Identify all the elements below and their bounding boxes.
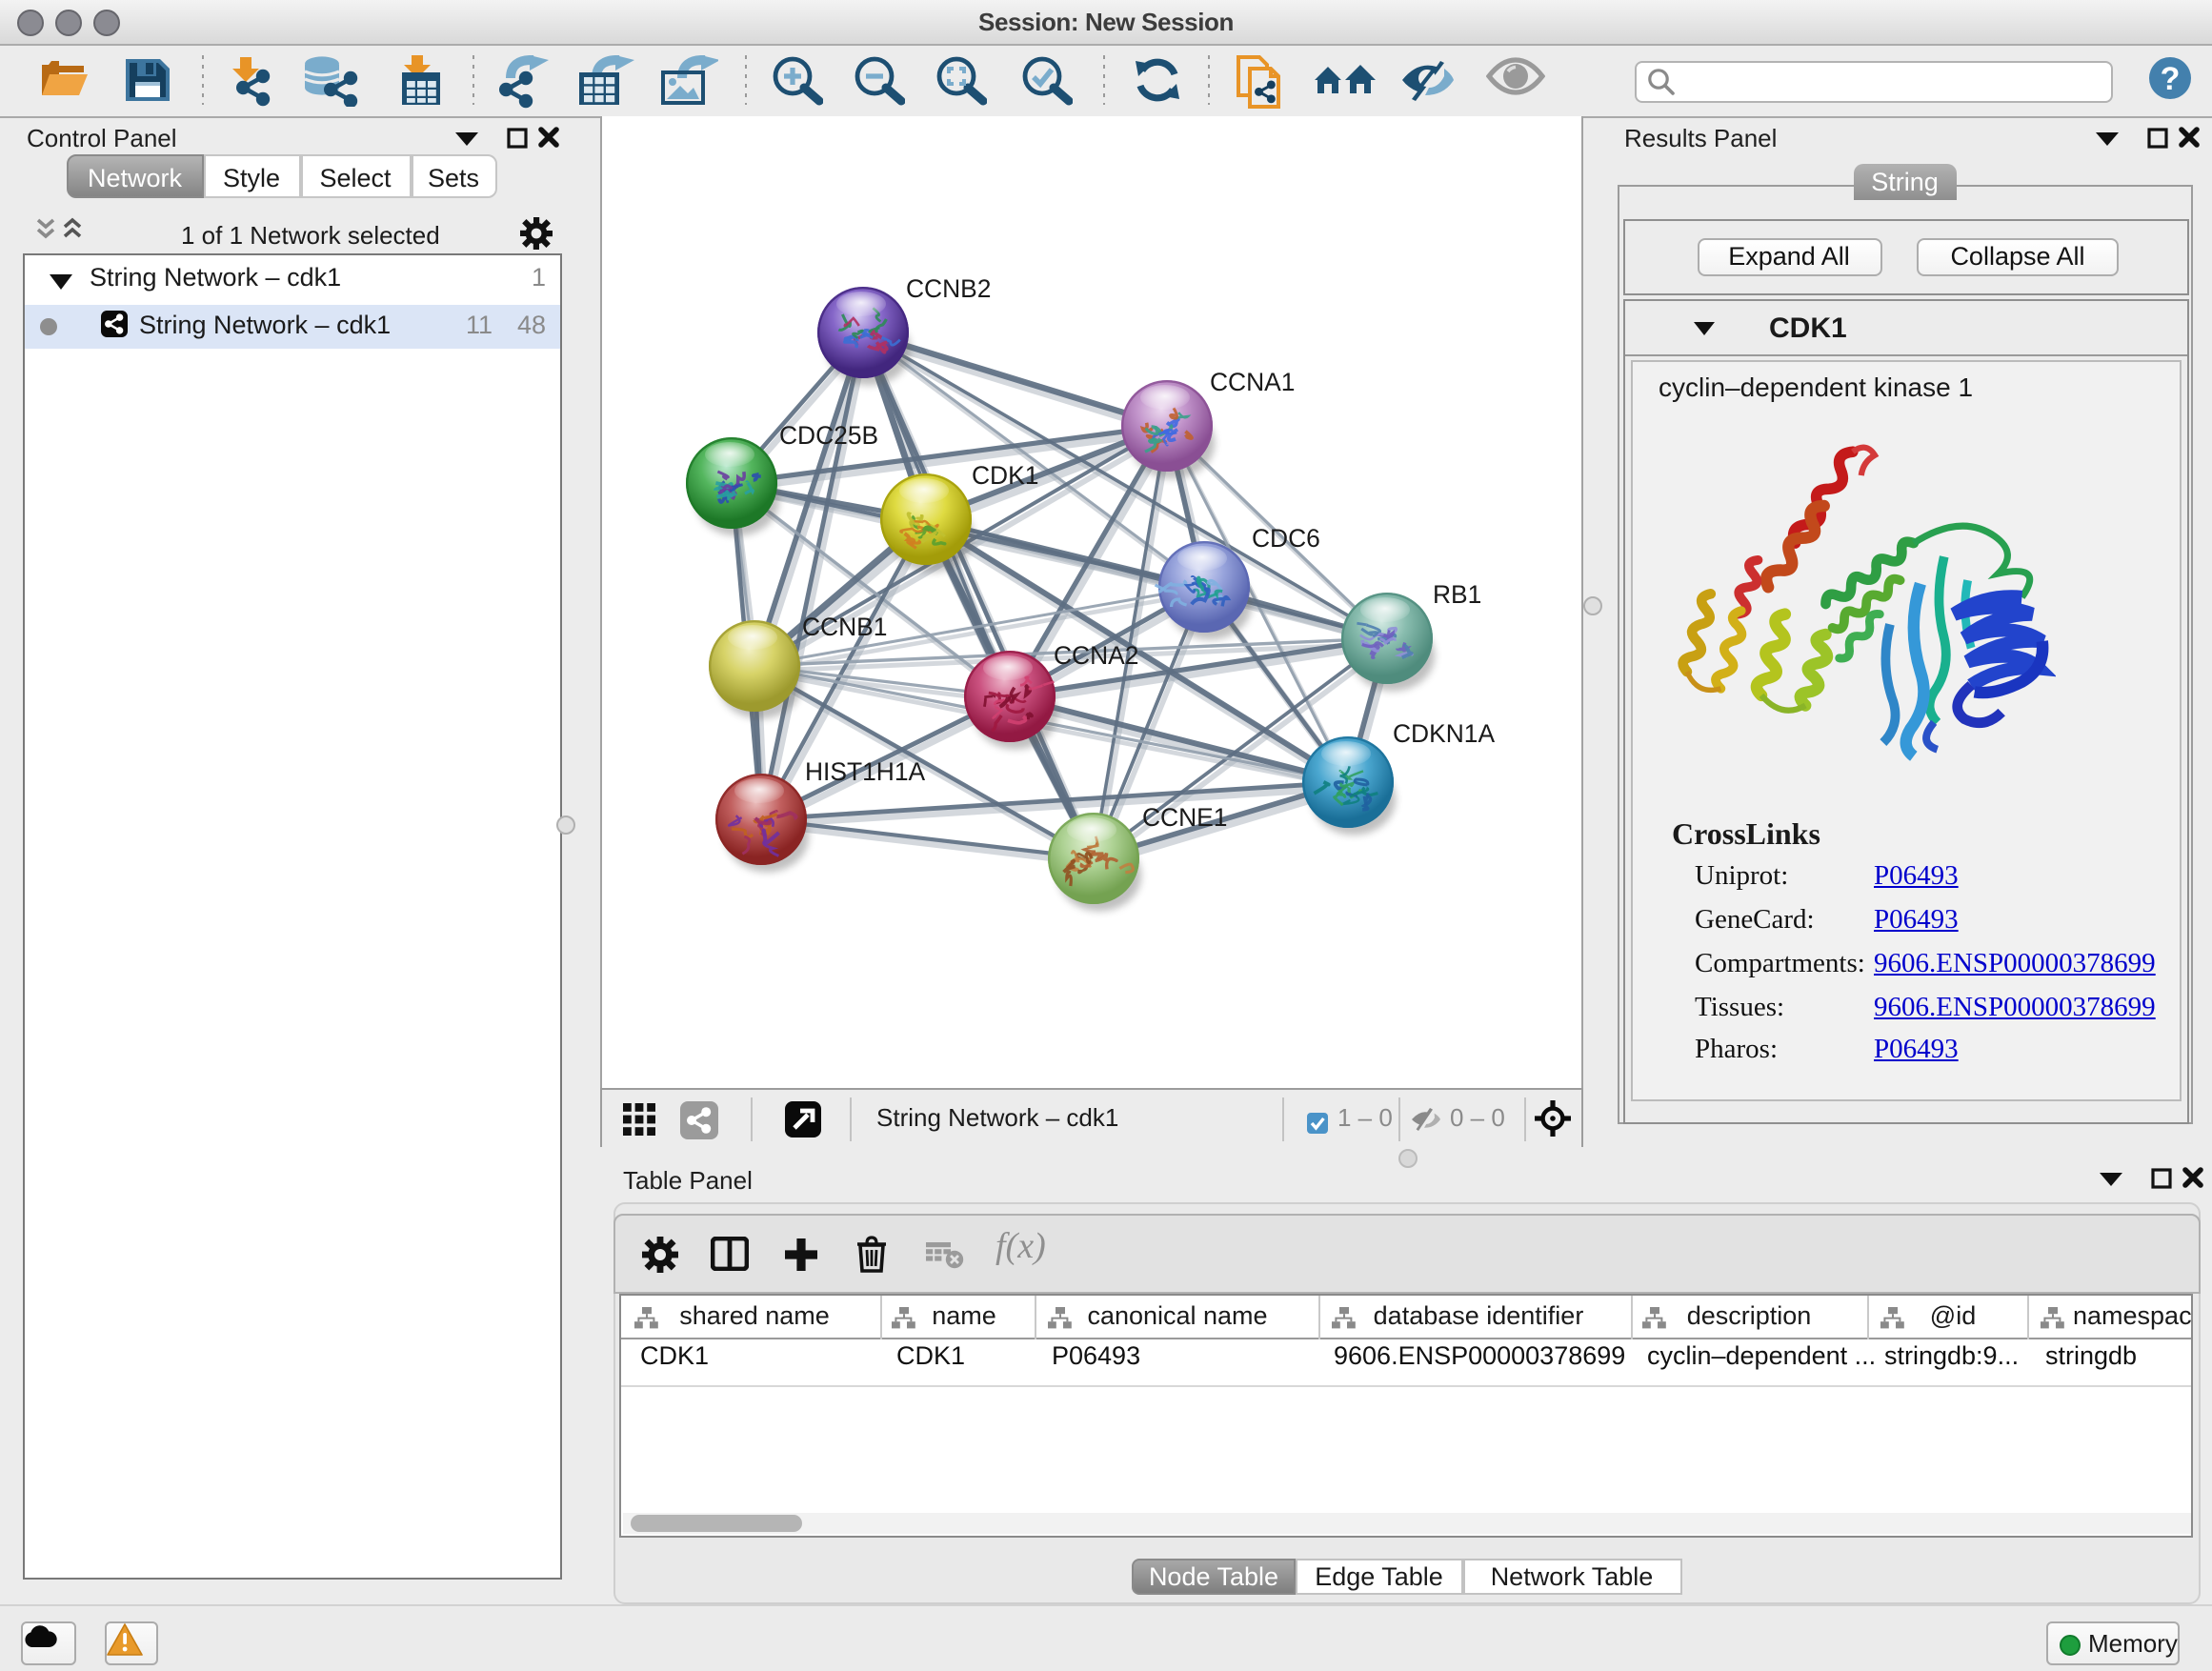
svg-text:CDK1: CDK1 xyxy=(972,461,1038,490)
svg-text:CDC6: CDC6 xyxy=(1252,524,1320,553)
svg-text:CCNE1: CCNE1 xyxy=(1142,803,1227,832)
svg-text:HIST1H1A: HIST1H1A xyxy=(805,757,926,786)
svg-text:?: ? xyxy=(2161,60,2181,96)
svg-text:CDC25B: CDC25B xyxy=(779,421,878,450)
svg-text:CCNB2: CCNB2 xyxy=(906,274,991,303)
svg-text:CCNB1: CCNB1 xyxy=(802,613,887,641)
svg-text:CDKN1A: CDKN1A xyxy=(1393,719,1495,748)
svg-text:CCNA2: CCNA2 xyxy=(1054,641,1138,670)
svg-text:RB1: RB1 xyxy=(1433,580,1481,609)
svg-text:CCNA1: CCNA1 xyxy=(1210,368,1295,396)
